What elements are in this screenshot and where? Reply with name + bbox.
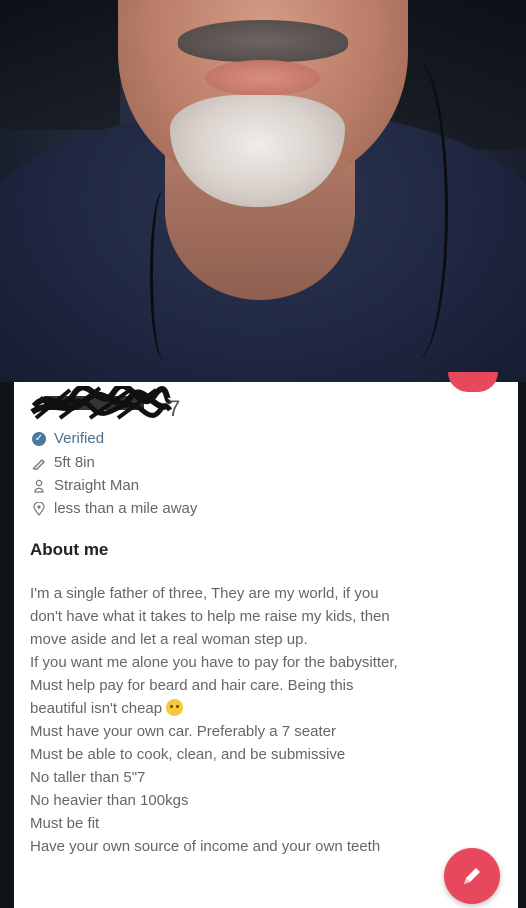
bio-line: move aside and let a real woman step up. — [30, 631, 308, 648]
orientation-row: Straight Man — [30, 477, 139, 494]
bio-line: don't have what it takes to help me rais… — [30, 608, 390, 625]
photo-mouth — [205, 60, 320, 96]
bio-line: Must be fit — [30, 815, 100, 832]
bio-line: If you want me alone you have to pay for… — [30, 654, 398, 671]
distance-row: less than a mile away — [30, 500, 197, 517]
profile-photo[interactable] — [0, 0, 526, 382]
check-badge-icon: ✓ — [30, 431, 48, 447]
person-icon — [30, 478, 48, 494]
bio-line-with-emoji: beautiful isn't cheap — [30, 697, 500, 720]
photo-cord — [150, 190, 177, 360]
edit-profile-button[interactable] — [444, 848, 500, 904]
ruler-pencil-icon — [30, 455, 48, 471]
about-heading: About me — [30, 540, 109, 559]
location-pin-icon — [30, 501, 48, 517]
height-row: 5ft 8in — [30, 454, 95, 471]
bio-line: beautiful isn't cheap — [30, 700, 163, 717]
verified-row: ✓ Verified — [30, 430, 104, 447]
grinning-sweat-emoji-icon — [166, 699, 184, 716]
bio-line: No taller than 5"7 — [30, 769, 146, 786]
bio-line: No heavier than 100kgs — [30, 792, 189, 809]
photo-mustache — [178, 20, 348, 62]
bio-line: Must have your own car. Preferably a 7 s… — [30, 723, 336, 740]
orientation-text: Straight Man — [54, 477, 140, 494]
redaction-scribble — [30, 386, 172, 420]
bio-text: I'm a single father of three, They are m… — [30, 582, 500, 858]
bio-line: I'm a single father of three, They are m… — [30, 585, 379, 602]
bio-line: Must be able to cook, clean, and be subm… — [30, 746, 346, 763]
pencil-edit-icon — [464, 868, 480, 884]
bio-line: Have your own source of income and your … — [30, 838, 381, 855]
height-text: 5ft 8in — [54, 454, 95, 471]
profile-card: 7 ✓ Verified 5ft 8in Straight Man less t… — [14, 382, 518, 908]
photo-background — [0, 0, 120, 130]
age-text: 7 — [168, 396, 181, 421]
verified-label: Verified — [54, 430, 105, 447]
bio-line: Must help pay for beard and hair care. B… — [30, 677, 354, 694]
photo-cord — [385, 60, 448, 360]
distance-text: less than a mile away — [54, 500, 198, 517]
